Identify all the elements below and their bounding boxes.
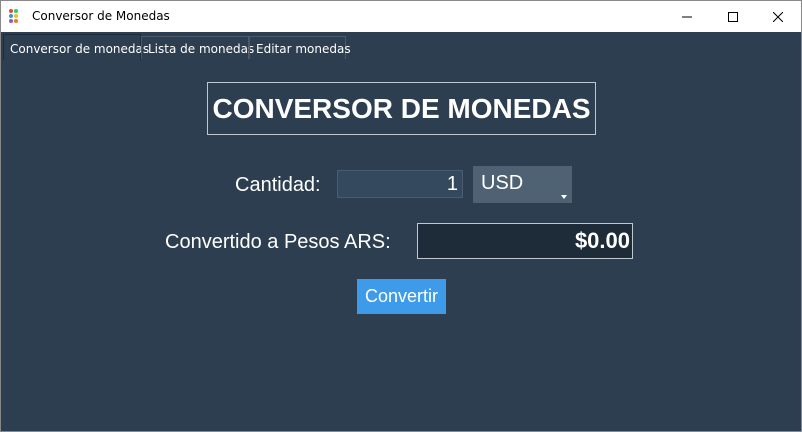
converter-panel: CONVERSOR DE MONEDAS Cantidad: 1 USD Con… xyxy=(1,60,801,431)
title-bar[interactable]: Conversor de Monedas xyxy=(1,1,801,32)
currency-select-value: USD xyxy=(481,172,524,194)
page-title: CONVERSOR DE MONEDAS xyxy=(207,82,596,135)
app-icon xyxy=(9,9,23,23)
tab-conversor[interactable]: Conversor de monedas xyxy=(3,34,149,61)
converted-value: $0.00 xyxy=(417,223,633,259)
quantity-label: Cantidad: xyxy=(235,174,321,196)
quantity-input[interactable]: 1 xyxy=(337,170,463,198)
tab-lista[interactable]: Lista de monedas xyxy=(141,36,254,59)
close-icon xyxy=(773,11,783,22)
convert-button[interactable]: Convertir xyxy=(357,279,446,314)
window-title: Conversor de Monedas xyxy=(32,9,170,23)
converted-label: Convertido a Pesos ARS: xyxy=(165,231,391,253)
minimize-icon xyxy=(682,16,692,17)
currency-select[interactable]: USD xyxy=(473,166,572,203)
tab-bar: Conversor de monedas Lista de monedas Ed… xyxy=(1,32,801,61)
chevron-down-icon xyxy=(561,195,567,199)
app-window: Conversor de Monedas Conversor de moneda… xyxy=(0,0,802,432)
tab-editar[interactable]: Editar monedas xyxy=(249,36,351,59)
maximize-button[interactable] xyxy=(710,1,756,32)
minimize-button[interactable] xyxy=(664,1,710,32)
close-button[interactable] xyxy=(755,1,801,32)
maximize-icon xyxy=(728,11,738,22)
